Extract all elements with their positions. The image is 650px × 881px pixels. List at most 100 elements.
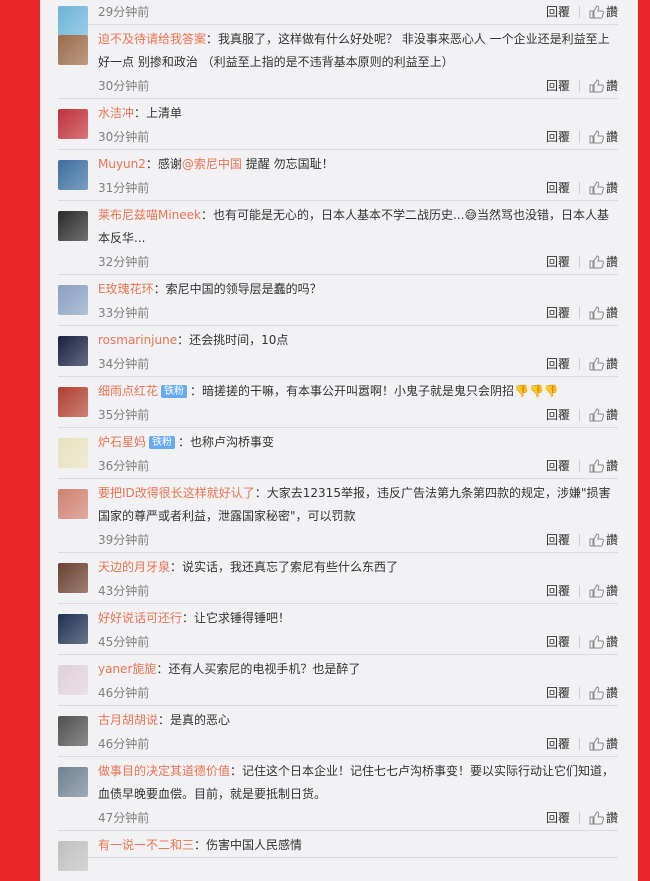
like-button[interactable]: 讚 — [589, 176, 618, 200]
user-avatar[interactable] — [58, 438, 88, 468]
comment-item: Muyun2：感谢@索尼中国 提醒 勿忘国耻！ 31分钟前 回覆 讚 — [58, 150, 618, 201]
username-link[interactable]: 莱布尼兹喵Mineek — [98, 208, 201, 222]
comment-actions: 回覆 讚 — [546, 403, 618, 427]
comment-item: 做事目的决定其道德价值：记住这个日本企业！记住七七卢沟桥事变！要以实际行动让它们… — [58, 757, 618, 831]
like-button[interactable]: 讚 — [589, 732, 618, 756]
comment-meta: 29分钟前 回覆 讚 — [98, 0, 618, 24]
user-avatar[interactable] — [58, 841, 88, 871]
username-link[interactable]: 做事目的决定其道德价值 — [98, 764, 230, 778]
user-avatar[interactable] — [58, 160, 88, 190]
reply-button[interactable]: 回覆 — [546, 732, 570, 756]
comment-meta: 31分钟前 回覆 讚 — [98, 176, 618, 200]
divider — [578, 738, 580, 750]
fan-badge[interactable]: 铁粉 — [161, 385, 188, 398]
reply-button[interactable]: 回覆 — [546, 528, 570, 552]
user-avatar[interactable] — [58, 211, 88, 241]
username-link[interactable]: 好好说话可还行 — [98, 611, 182, 625]
user-avatar[interactable] — [58, 35, 88, 65]
like-button[interactable]: 讚 — [589, 125, 618, 149]
like-label: 讚 — [605, 255, 618, 269]
like-label: 讚 — [605, 686, 618, 700]
comment-meta: 46分钟前 回覆 讚 — [98, 681, 618, 705]
divider — [578, 409, 580, 421]
user-avatar[interactable] — [58, 387, 88, 417]
like-label: 讚 — [605, 635, 618, 649]
comment-text: 做事目的决定其道德价值：记住这个日本企业！记住七七卢沟桥事变！要以实际行动让它们… — [98, 757, 618, 806]
comment-meta: 30分钟前 回覆 讚 — [98, 125, 618, 149]
comment-time: 39分钟前 — [98, 533, 150, 547]
like-button[interactable]: 讚 — [589, 681, 618, 705]
comment-text: 古月胡胡说：是真的恶心 — [98, 706, 618, 732]
like-button[interactable]: 讚 — [589, 301, 618, 325]
username-link[interactable]: 细雨点红花 — [98, 384, 158, 398]
like-button[interactable]: 讚 — [589, 454, 618, 478]
like-button[interactable]: 讚 — [589, 74, 618, 98]
username-link[interactable]: 有一说一不二和三 — [98, 838, 194, 852]
reply-button[interactable]: 回覆 — [546, 301, 570, 325]
comment-body: ：索尼中国的领导层是蠢的吗？ — [153, 282, 322, 296]
username-link[interactable]: 古月胡胡说 — [98, 713, 158, 727]
mention-link[interactable]: @索尼中国 — [182, 157, 242, 171]
reply-button[interactable]: 回覆 — [546, 630, 570, 654]
user-avatar[interactable] — [58, 109, 88, 139]
user-avatar[interactable] — [58, 614, 88, 644]
divider — [578, 585, 580, 597]
username-link[interactable]: 天边的月牙泉 — [98, 560, 170, 574]
reply-button[interactable]: 回覆 — [546, 403, 570, 427]
reply-button[interactable]: 回覆 — [546, 176, 570, 200]
username-link[interactable]: 炉石星妈 — [98, 435, 146, 449]
username-link[interactable]: 要把ID改得很长这样就好认了 — [98, 486, 255, 500]
user-avatar[interactable] — [58, 767, 88, 797]
reply-button[interactable]: 回覆 — [546, 579, 570, 603]
comment-meta: 46分钟前 回覆 讚 — [98, 732, 618, 756]
user-avatar[interactable] — [58, 336, 88, 366]
divider — [578, 812, 580, 824]
comment-actions: 回覆 讚 — [546, 176, 618, 200]
username-link[interactable]: Muyun2 — [98, 157, 146, 171]
comment-item: 迫不及待请给我答案：我真服了，这样做有什么好处呢？ 非没事来恶心人 一个企业还是… — [58, 25, 618, 99]
user-avatar[interactable] — [58, 489, 88, 519]
like-label: 讚 — [605, 459, 618, 473]
like-button[interactable]: 讚 — [589, 528, 618, 552]
reply-button[interactable]: 回覆 — [546, 454, 570, 478]
like-label: 讚 — [605, 5, 618, 19]
reply-button[interactable]: 回覆 — [546, 250, 570, 274]
username-link[interactable]: 迫不及待请给我答案 — [98, 32, 206, 46]
like-button[interactable]: 讚 — [589, 630, 618, 654]
comment-time: 46分钟前 — [98, 686, 150, 700]
username-link[interactable]: 水洁冲 — [98, 106, 134, 120]
reply-button[interactable]: 回覆 — [546, 352, 570, 376]
like-button[interactable]: 讚 — [589, 250, 618, 274]
divider — [578, 358, 580, 370]
comment-actions: 回覆 讚 — [546, 732, 618, 756]
comment-text: 天边的月牙泉：说实话，我还真忘了索尼有些什么东西了 — [98, 553, 618, 579]
like-button[interactable]: 讚 — [589, 579, 618, 603]
thumbs-up-icon — [589, 255, 604, 269]
reply-button[interactable]: 回覆 — [546, 125, 570, 149]
reply-button[interactable]: 回覆 — [546, 0, 570, 24]
comment-body: ：伤害中国人民感情 — [194, 838, 303, 852]
like-button[interactable]: 讚 — [589, 806, 618, 830]
user-avatar[interactable] — [58, 665, 88, 695]
like-button[interactable]: 讚 — [589, 0, 618, 24]
comment-item: 古月胡胡说：是真的恶心 46分钟前 回覆 讚 — [58, 706, 618, 757]
user-avatar[interactable] — [58, 285, 88, 315]
comment-item: 29分钟前 回覆 讚 — [58, 0, 618, 36]
user-avatar[interactable] — [58, 563, 88, 593]
divider — [578, 80, 580, 92]
like-button[interactable]: 讚 — [589, 352, 618, 376]
comment-actions: 回覆 讚 — [546, 74, 618, 98]
reply-button[interactable]: 回覆 — [546, 806, 570, 830]
reply-button[interactable]: 回覆 — [546, 74, 570, 98]
comment-item: 天边的月牙泉：说实话，我还真忘了索尼有些什么东西了 43分钟前 回覆 讚 — [58, 553, 618, 604]
comment-meta: 36分钟前 回覆 讚 — [98, 454, 618, 478]
username-link[interactable]: E玫瑰花环 — [98, 282, 154, 296]
reply-button[interactable]: 回覆 — [546, 681, 570, 705]
comment-body: ：还会挑时间，10点 — [177, 333, 289, 347]
like-button[interactable]: 讚 — [589, 403, 618, 427]
username-link[interactable]: yaner旎旎 — [98, 662, 156, 676]
divider — [578, 687, 580, 699]
user-avatar[interactable] — [58, 716, 88, 746]
fan-badge[interactable]: 铁粉 — [149, 436, 176, 449]
username-link[interactable]: rosmarinjune — [98, 333, 177, 347]
